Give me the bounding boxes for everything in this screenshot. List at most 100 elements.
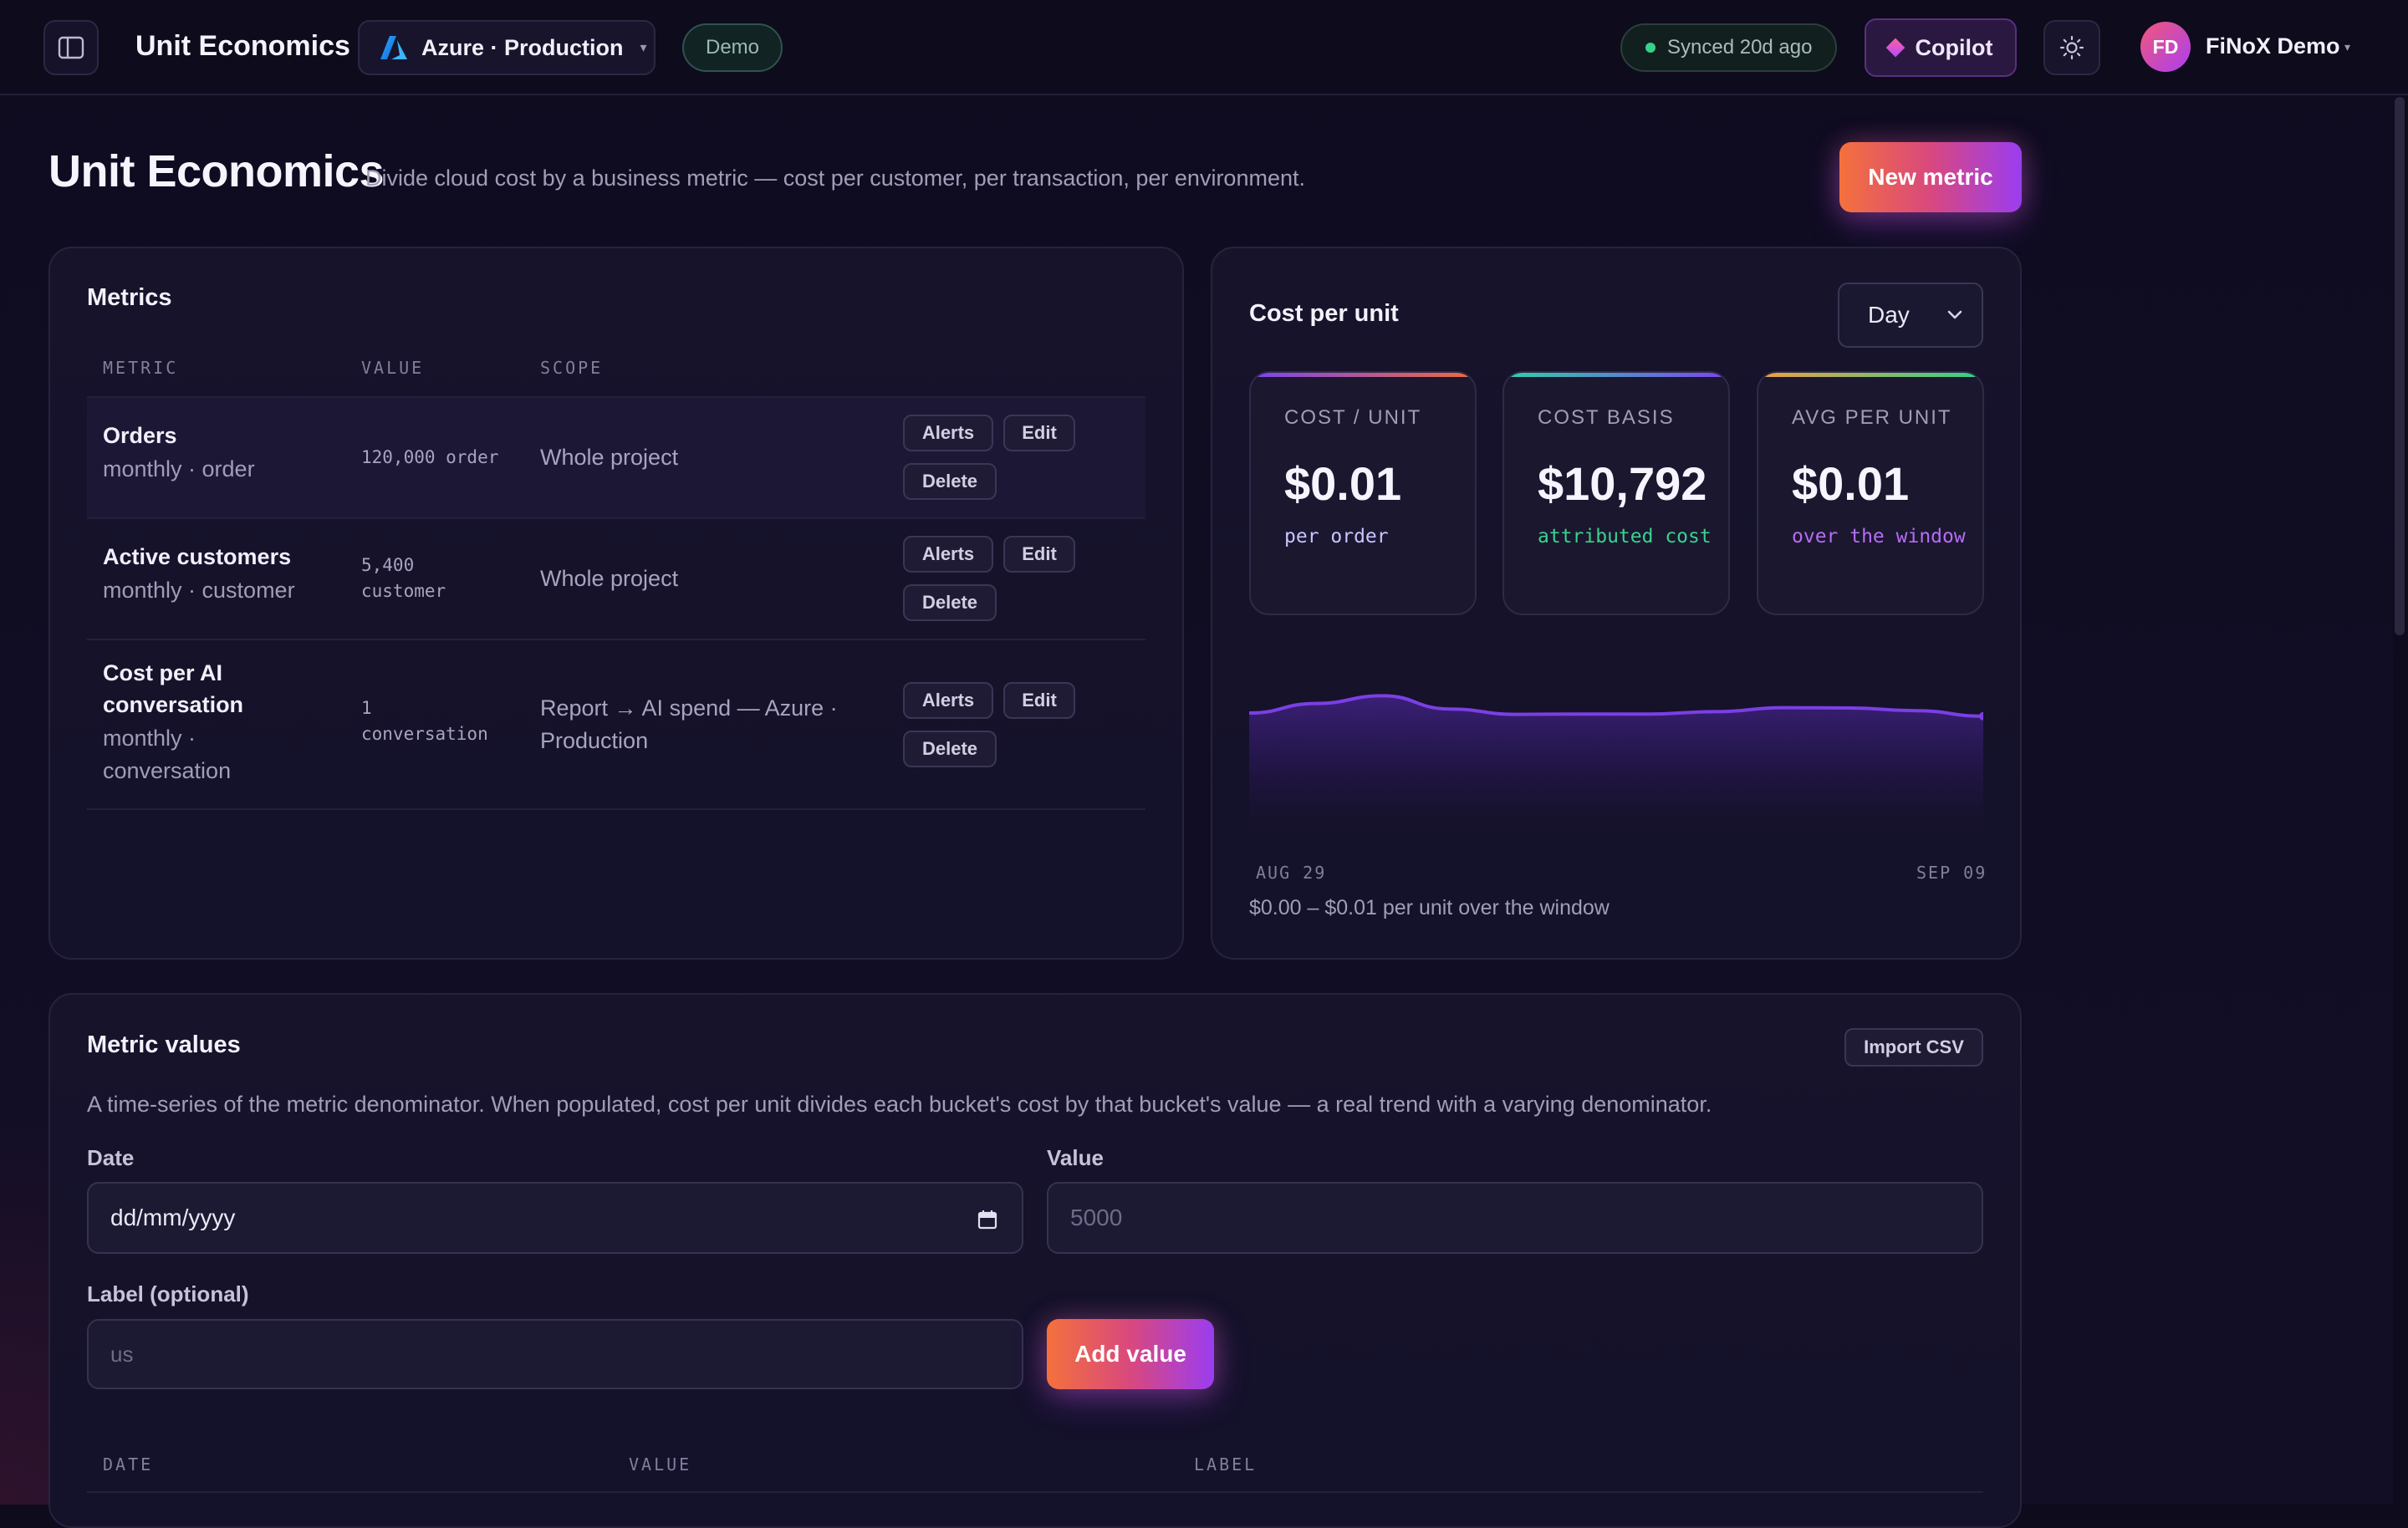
- delete-button[interactable]: Delete: [903, 731, 997, 767]
- alerts-button[interactable]: Alerts: [903, 536, 993, 573]
- period-select-value: Day: [1868, 302, 1910, 329]
- avatar[interactable]: FD: [2140, 22, 2191, 72]
- metric-value-line: 120,000 order: [361, 445, 498, 471]
- top-bar: Unit Economics Azure · Production ▾ Demo…: [0, 0, 2408, 95]
- user-menu-name[interactable]: FiNoX Demo: [2206, 33, 2340, 59]
- metric-name: Cost per AIconversation: [103, 657, 243, 721]
- alerts-button[interactable]: Alerts: [903, 415, 993, 451]
- metric-name-line: Orders: [103, 420, 177, 451]
- copilot-button[interactable]: Copilot: [1865, 18, 2017, 77]
- metric-name-line: Active customers: [103, 541, 291, 573]
- metric-scope: Whole project: [540, 441, 678, 474]
- metric-values-card: [48, 993, 2022, 1528]
- metric-frequency-line: monthly ·: [103, 722, 231, 755]
- column-header-scope: SCOPE: [540, 358, 603, 378]
- stat-value: $0.01: [1284, 456, 1401, 511]
- chevron-down-icon[interactable]: ▾: [2344, 40, 2350, 54]
- stat-card: AVG PER UNIT $0.01 over the window: [1757, 371, 1984, 615]
- date-label: Date: [87, 1145, 134, 1171]
- label-field-placeholder: us: [110, 1342, 133, 1368]
- metric-value: 5,400customer: [361, 553, 446, 604]
- diamond-icon: [1885, 38, 1905, 58]
- stat-card: COST / UNIT $0.01 per order: [1249, 371, 1477, 615]
- import-csv-button[interactable]: Import CSV: [1844, 1028, 1983, 1067]
- metric-values-description: A time-series of the metric denominator.…: [87, 1092, 1712, 1118]
- column-header-date: DATE: [103, 1454, 153, 1475]
- metric-scope-line: Production: [540, 725, 838, 757]
- table-divider: [87, 1491, 1983, 1493]
- metric-scope: Whole project: [540, 563, 678, 595]
- metric-value: 1conversation: [361, 695, 488, 747]
- stat-label: AVG PER UNIT: [1792, 406, 1952, 430]
- new-metric-button[interactable]: New metric: [1839, 142, 2022, 212]
- delete-button[interactable]: Delete: [903, 463, 997, 500]
- stat-note: over the window: [1792, 523, 1967, 551]
- metric-name-line: conversation: [103, 689, 243, 721]
- edit-button[interactable]: Edit: [1003, 415, 1075, 451]
- azure-logo-icon: [380, 35, 408, 60]
- stat-label: COST BASIS: [1538, 406, 1675, 430]
- sidebar-icon: [58, 36, 84, 59]
- copilot-label: Copilot: [1916, 35, 1993, 61]
- metric-frequency: monthly · customer: [103, 574, 295, 607]
- stat-value: $0.01: [1792, 456, 1909, 511]
- sun-icon: [2059, 35, 2084, 60]
- value-field-placeholder: 5000: [1070, 1205, 1122, 1231]
- table-row[interactable]: Ordersmonthly · order 120,000 order Whole …: [87, 396, 1145, 517]
- sync-status-text: Synced 20d ago: [1667, 36, 1812, 59]
- date-field-value: dd/mm/yyyy: [110, 1205, 235, 1231]
- demo-badge: Demo: [682, 23, 783, 72]
- metric-values-title: Metric values: [87, 1031, 241, 1059]
- column-header-label: LABEL: [1194, 1454, 1257, 1475]
- stat-note: per order: [1284, 523, 1460, 551]
- metric-scope: Report → AI spend — Azure ·Production: [540, 692, 838, 757]
- label-field[interactable]: us: [87, 1319, 1023, 1389]
- edit-button[interactable]: Edit: [1003, 682, 1075, 719]
- metric-name: Orders: [103, 420, 177, 451]
- metric-frequency-line: monthly · customer: [103, 574, 295, 607]
- stat-accent-bar: [1251, 373, 1475, 377]
- calendar-icon[interactable]: [977, 1209, 998, 1230]
- stat-accent-bar: [1504, 373, 1728, 377]
- date-field[interactable]: dd/mm/yyyy: [87, 1182, 1023, 1254]
- metric-frequency: monthly · order: [103, 453, 255, 486]
- metric-value-line: conversation: [361, 721, 488, 747]
- metric-value-line: 1: [361, 695, 488, 721]
- period-select[interactable]: Day: [1838, 283, 1983, 348]
- theme-toggle-button[interactable]: [2043, 20, 2100, 75]
- table-row[interactable]: Cost per AIconversationmonthly ·conversa…: [87, 639, 1145, 810]
- table-row[interactable]: Active customersmonthly · customer 5,400c…: [87, 517, 1145, 639]
- stat-accent-bar: [1758, 373, 1982, 377]
- stat-card: COST BASIS$10,792attributed cost: [1502, 371, 1730, 615]
- value-label: Value: [1047, 1145, 1104, 1171]
- metric-scope-line: Report → AI spend — Azure ·: [540, 692, 838, 725]
- cost-per-unit-title: Cost per unit: [1249, 300, 1399, 328]
- column-header-value: VALUE: [361, 358, 424, 378]
- range-note: $0.00 – $0.01 per unit over the window: [1249, 896, 1610, 920]
- metric-frequency-line: conversation: [103, 755, 231, 787]
- chart-area: [1249, 695, 1983, 836]
- metric-name-line: Cost per AI: [103, 657, 243, 689]
- stat-note: attributed cost: [1538, 523, 1713, 551]
- metric-frequency: monthly ·conversation: [103, 722, 231, 787]
- page-subtitle: Divide cloud cost by a business metric —…: [365, 166, 1305, 191]
- project-name: Azure · Production: [421, 35, 624, 61]
- stat-label: COST / UNIT: [1284, 406, 1421, 430]
- add-value-button[interactable]: Add value: [1047, 1319, 1214, 1389]
- alerts-button[interactable]: Alerts: [903, 682, 993, 719]
- scrollbar-thumb[interactable]: [2395, 97, 2405, 635]
- project-switcher[interactable]: Azure · Production ▾: [358, 20, 656, 75]
- delete-button[interactable]: Delete: [903, 584, 997, 621]
- x-axis-start-label: AUG 29: [1256, 863, 1326, 883]
- metric-value-line: customer: [361, 578, 446, 604]
- metric-value-line: 5,400: [361, 553, 446, 578]
- metric-scope-line: Whole project: [540, 563, 678, 595]
- sync-status-badge: Synced 20d ago: [1620, 23, 1837, 72]
- label-optional-label: Label (optional): [87, 1281, 249, 1307]
- edit-button[interactable]: Edit: [1003, 536, 1075, 573]
- value-field[interactable]: 5000: [1047, 1182, 1983, 1254]
- app-title: Unit Economics: [135, 30, 350, 63]
- chevron-down-icon: [1945, 304, 1965, 324]
- metric-frequency-line: monthly · order: [103, 453, 255, 486]
- sidebar-toggle-button[interactable]: [43, 20, 99, 75]
